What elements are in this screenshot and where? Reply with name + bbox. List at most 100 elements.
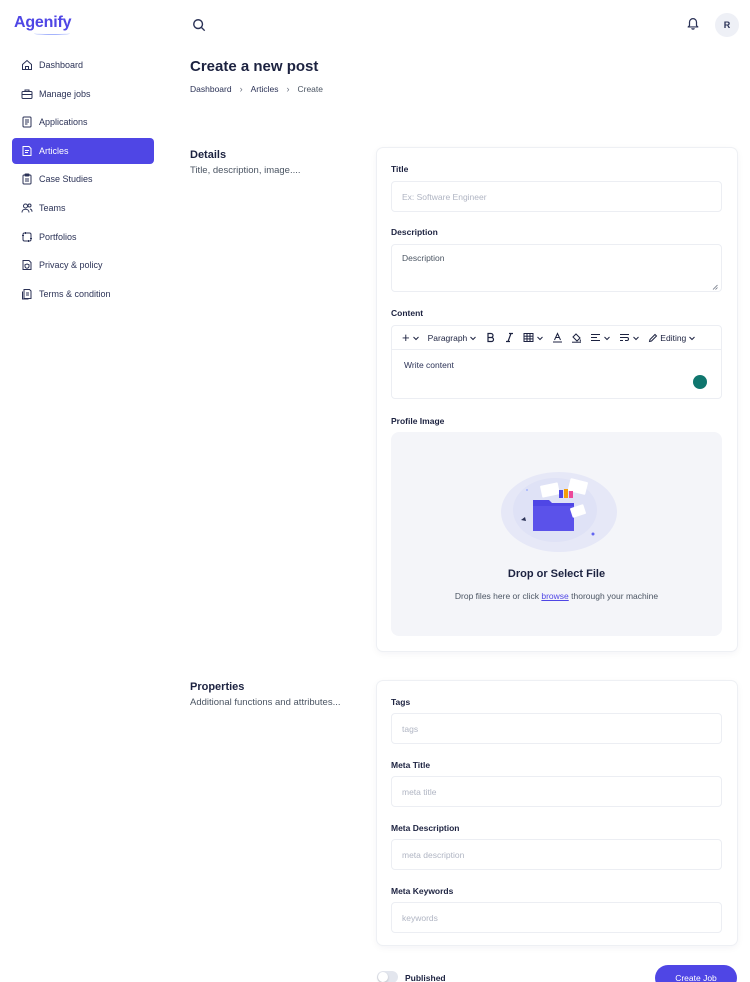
sidebar-item-label: Applications [39,117,88,128]
breadcrumb-articles[interactable]: Articles [251,84,279,94]
font-color-button[interactable] [548,328,567,348]
meta-title-label: Meta Title [391,760,431,770]
terms-icon [21,288,33,300]
sidebar-item-teams[interactable]: Teams [12,195,154,221]
align-button[interactable] [586,328,615,348]
plus-icon: + [402,330,410,345]
users-icon [21,202,33,214]
bold-icon [487,332,495,343]
paint-bucket-icon [572,333,582,343]
create-job-button[interactable]: Create Job [655,965,737,982]
meta-description-input[interactable]: meta description [391,839,722,870]
title-input[interactable]: Ex: Software Engineer [391,181,722,212]
sidebar-item-terms-condition[interactable]: Terms & condition [12,281,154,307]
chevron-right-icon: › [239,84,243,94]
description-placeholder: Description [402,253,445,263]
pencil-icon [649,333,658,342]
home-icon [21,59,33,71]
sidebar-item-manage-jobs[interactable]: Manage jobs [12,81,154,107]
avatar[interactable]: R [715,13,739,37]
text-wrap-button[interactable] [615,328,644,348]
sidebar-item-label: Terms & condition [39,288,111,299]
italic-icon [506,332,514,343]
briefcase-icon [21,88,33,100]
description-textarea[interactable]: Description [391,244,722,292]
sidebar-item-label: Dashboard [39,60,84,70]
sidebar-item-applications[interactable]: Applications [12,109,154,135]
page-title: Create a new post [190,58,319,75]
app-logo[interactable]: Agenify [14,14,71,32]
logo-underline [34,32,70,35]
content-area[interactable]: Write content [404,360,454,370]
search-icon[interactable] [192,18,208,34]
details-subheading: Title, description, image.... [190,165,301,176]
dropzone-text-before: Drop files here or click [454,591,539,601]
sidebar-item-label: Privacy & policy [39,260,103,271]
chevron-down-icon [537,336,544,340]
content-editor: + Paragraph Editing Write content [391,325,722,399]
bell-icon[interactable] [686,16,702,32]
chevron-down-icon [470,336,477,340]
dropzone-subtitle: Drop files here or click browse thorough… [391,591,722,601]
breadcrumb-create: Create [297,84,323,94]
italic-button[interactable] [500,328,519,348]
properties-subheading: Additional functions and attributes... [190,697,341,708]
align-left-icon [591,334,601,341]
chat-bubble-icon[interactable] [693,375,707,389]
breadcrumb-dashboard[interactable]: Dashboard [190,84,232,94]
tags-input[interactable]: tags [391,713,722,744]
chevron-right-icon: › [286,84,290,94]
text-wrap-icon [620,334,630,341]
sidebar-item-label: Portfolios [39,231,77,242]
profile-image-label: Profile Image [391,416,445,426]
chevron-down-icon [604,336,611,340]
details-heading: Details [190,149,227,161]
sidebar-item-articles[interactable]: Articles [12,137,154,164]
sidebar-item-case-studies[interactable]: Case Studies [12,166,154,192]
published-toggle[interactable] [377,971,398,982]
insert-button[interactable]: + [398,328,424,348]
upload-folder-icon [501,472,617,552]
published-label: Published [405,973,446,982]
article-icon [21,145,33,157]
dropzone-title: Drop or Select File [507,568,606,580]
chevron-down-icon [633,336,640,340]
sidebar-item-label: Teams [39,202,66,213]
properties-card: Tags tags Meta Title meta title Meta Des… [377,681,737,945]
editing-label: Editing [660,332,687,343]
toggle-knob [378,972,388,982]
properties-heading: Properties [190,681,245,693]
file-dropzone[interactable]: Drop or Select File Drop files here or c… [391,432,722,636]
table-button[interactable] [519,328,548,348]
description-label: Description [391,227,438,237]
sidebar-item-label: Articles [39,145,69,156]
meta-keywords-input[interactable]: keywords [391,902,722,933]
portfolio-icon [21,231,33,243]
chevron-down-icon [689,336,696,340]
meta-description-label: Meta Description [391,823,460,833]
sidebar-item-privacy-policy[interactable]: Privacy & policy [12,252,154,278]
title-label: Title [391,164,409,174]
tags-label: Tags [391,697,411,707]
meta-title-input[interactable]: meta title [391,776,722,807]
content-label: Content [391,308,424,318]
sidebar-item-portfolios[interactable]: Portfolios [12,224,154,250]
meta-keywords-label: Meta Keywords [391,886,454,896]
bold-button[interactable] [481,328,500,348]
chevron-down-icon [412,336,419,340]
highlight-button[interactable] [567,328,586,348]
sidebar-item-label: Manage jobs [39,88,91,99]
details-card: Title Ex: Software Engineer Description … [377,148,737,651]
shield-doc-icon [21,259,33,271]
paragraph-dropdown[interactable]: Paragraph [424,328,482,348]
sidebar: Dashboard Manage jobs Applications Artic… [12,52,154,309]
editing-mode-dropdown[interactable]: Editing [644,328,700,348]
browse-link[interactable]: browse [541,591,568,601]
breadcrumb: Dashboard › Articles › Create [190,84,323,94]
font-color-icon [553,332,563,343]
clipboard-icon [21,173,33,185]
sidebar-item-label: Case Studies [39,174,93,185]
dropzone-text-after: thorough your machine [571,591,659,601]
resize-handle-icon[interactable] [712,282,718,290]
sidebar-item-dashboard[interactable]: Dashboard [12,52,154,78]
